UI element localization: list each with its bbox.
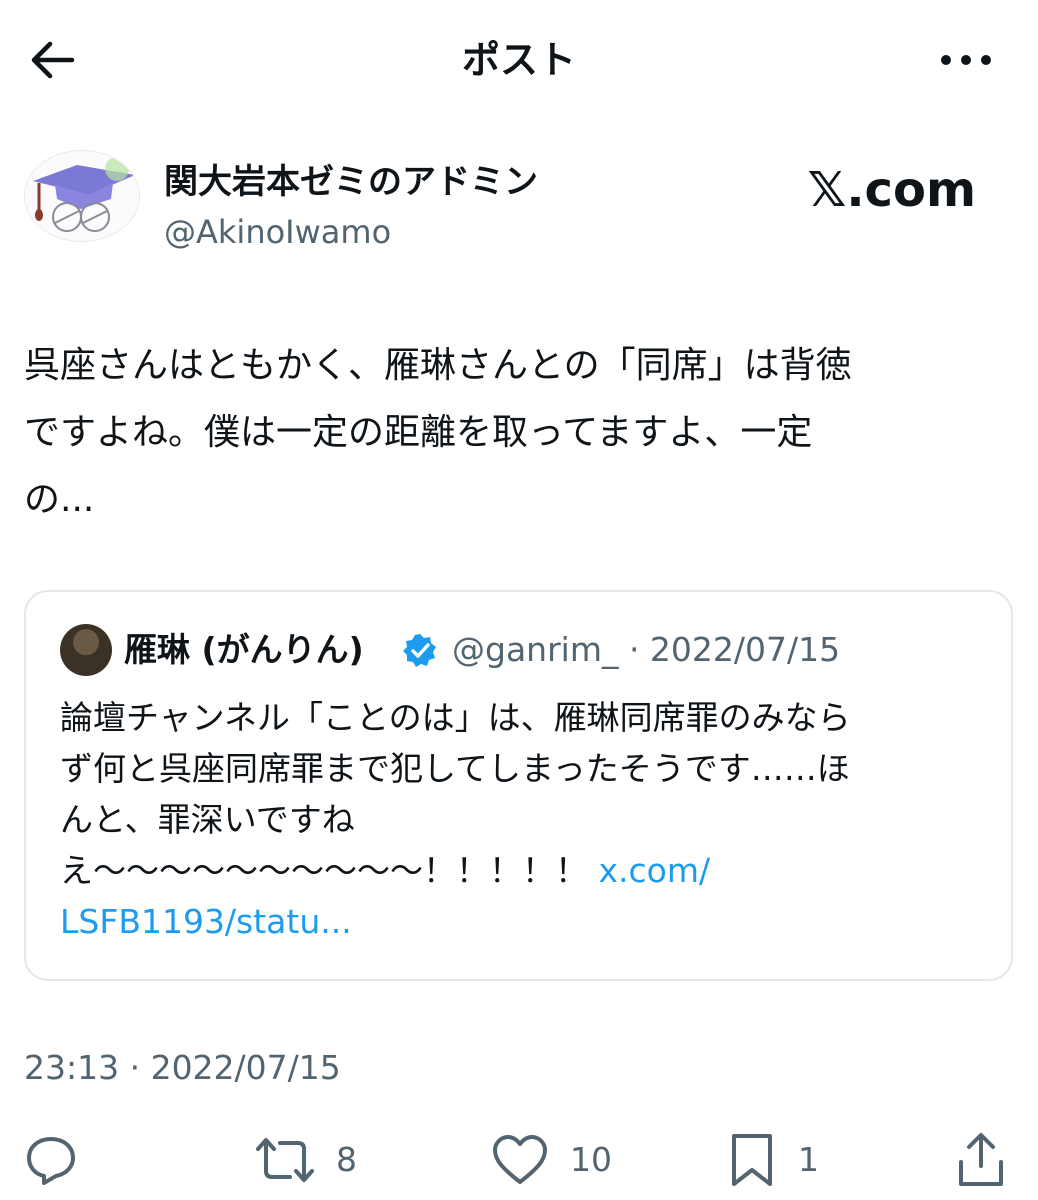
repost-icon <box>256 1138 314 1182</box>
more-horizontal-icon <box>941 55 991 65</box>
post-timestamp[interactable]: 23:13 · 2022/07/15 <box>24 1046 341 1090</box>
share-button[interactable] <box>956 1130 1006 1190</box>
quoted-text: 論壇チャンネル「ことのは」は、雁琳同席罪のみなら ず何と呉座同席罪まで犯してしま… <box>60 692 980 947</box>
reply-button[interactable] <box>24 1130 78 1190</box>
reply-icon <box>27 1137 75 1185</box>
top-bar: ポスト <box>0 0 1038 120</box>
quoted-handle-date: @ganrim_ · 2022/07/15 <box>452 630 841 669</box>
like-button[interactable]: 10 <box>492 1130 612 1190</box>
bookmark-button[interactable]: 1 <box>728 1130 819 1190</box>
verified-badge-icon <box>403 634 436 667</box>
share-icon <box>959 1133 1003 1186</box>
page-title: ポスト <box>461 38 576 82</box>
action-bar: 8 10 1 <box>0 1122 1038 1200</box>
quoted-author-name: 雁琳 (がんりん) <box>124 630 364 669</box>
heart-icon <box>493 1135 547 1184</box>
quoted-avatar[interactable] <box>60 624 112 676</box>
quoted-post[interactable]: 雁琳 (がんりん) @ganrim_ · 2022/07/15 論壇チャンネル「… <box>24 590 1013 981</box>
bookmark-count: 1 <box>798 1140 819 1179</box>
like-count: 10 <box>570 1140 612 1179</box>
repost-button[interactable]: 8 <box>256 1130 357 1190</box>
author-header: 関大岩本ゼミのアドミン @AkinoIwamo 𝕏.com <box>24 150 1014 251</box>
quoted-link-part1[interactable]: x.com/ <box>599 851 711 890</box>
bookmark-icon <box>732 1134 772 1186</box>
quoted-text-body: 論壇チャンネル「ことのは」は、雁琳同席罪のみなら ず何と呉座同席罪まで犯してしま… <box>60 698 851 890</box>
author-name[interactable]: 関大岩本ゼミのアドミン <box>164 160 538 204</box>
more-button[interactable] <box>934 36 998 84</box>
post-text: 呉座さんはともかく、雁琳さんとの「同席」は背徳 ですよね。僕は一定の距離を取って… <box>24 345 852 520</box>
repost-count: 8 <box>336 1140 357 1179</box>
author-avatar[interactable] <box>24 150 140 242</box>
graduation-cap-avatar <box>25 151 139 241</box>
quoted-link-part2[interactable]: LSFB1193/statu... <box>60 902 352 941</box>
x-brand-logo: 𝕏.com <box>807 162 976 218</box>
author-handle[interactable]: @AkinoIwamo <box>164 210 391 254</box>
